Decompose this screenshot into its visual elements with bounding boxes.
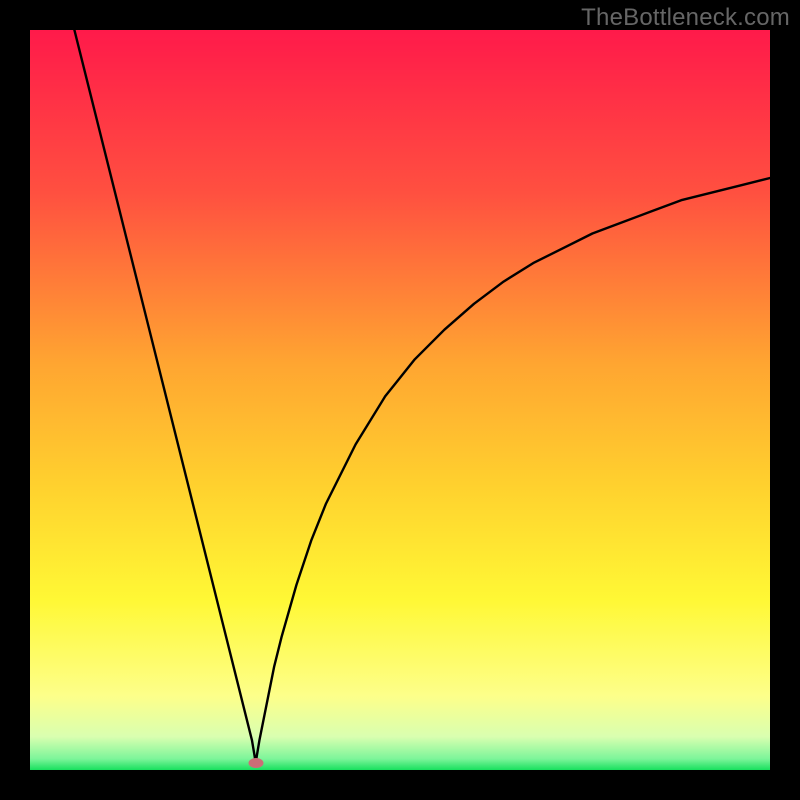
curve-svg <box>30 30 770 770</box>
plot-area <box>30 30 770 770</box>
curve-path <box>74 30 770 763</box>
watermark-text: TheBottleneck.com <box>581 4 790 32</box>
minimum-marker <box>248 758 263 768</box>
chart-frame: TheBottleneck.com <box>0 0 800 800</box>
